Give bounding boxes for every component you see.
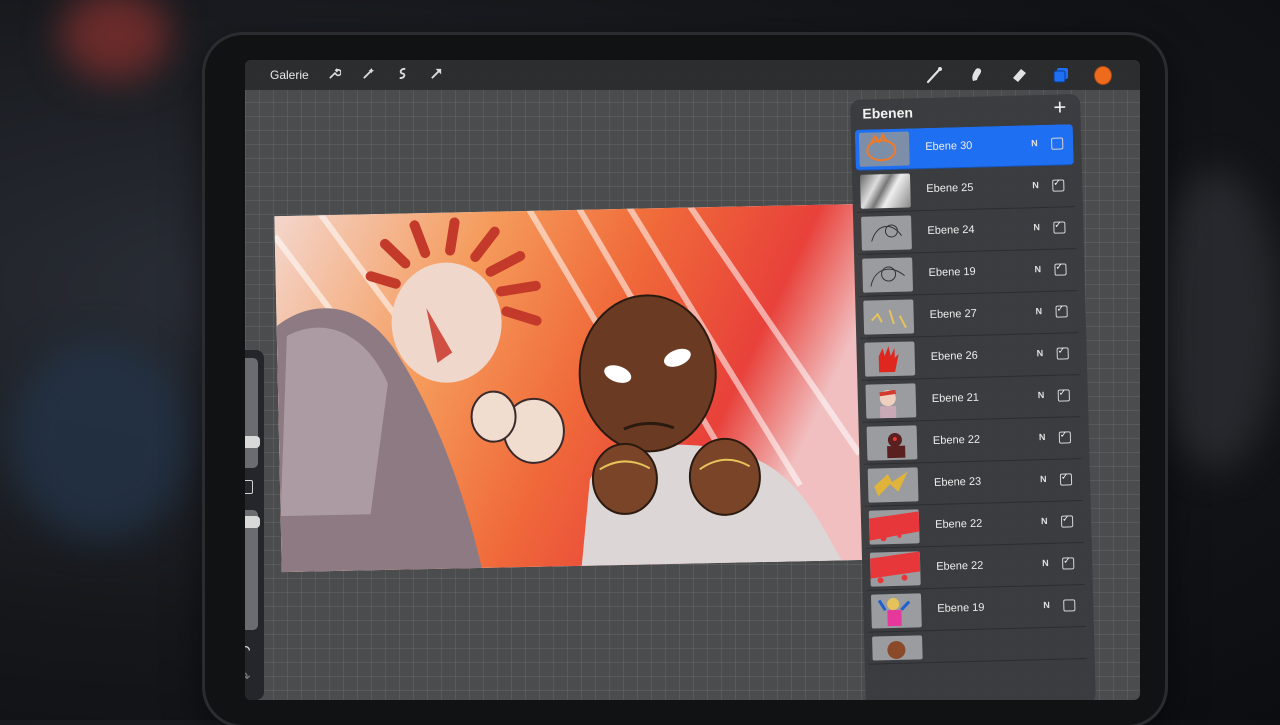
layer-thumbnail xyxy=(866,425,918,461)
wrench-icon[interactable] xyxy=(327,67,343,83)
visibility-checkbox[interactable] xyxy=(1058,431,1072,444)
undo-icon[interactable]: ↶ xyxy=(245,642,251,660)
blend-mode-button[interactable]: N xyxy=(1031,138,1038,148)
layer-row[interactable]: Ebene 22 N xyxy=(864,502,1084,549)
layer-row[interactable]: Ebene 30 N xyxy=(854,124,1074,171)
color-swatch[interactable] xyxy=(1094,65,1112,85)
background-blob xyxy=(60,0,170,80)
blend-mode-button[interactable]: N xyxy=(1032,180,1039,190)
layer-row[interactable]: Ebene 19 N xyxy=(866,586,1086,633)
gallery-button[interactable]: Galerie xyxy=(270,68,309,82)
layer-thumbnail xyxy=(858,131,910,167)
layer-thumbnail xyxy=(870,593,922,629)
layers-icon[interactable] xyxy=(1052,66,1070,84)
visibility-checkbox[interactable] xyxy=(1062,557,1075,570)
layer-name: Ebene 26 xyxy=(930,349,979,363)
layers-title: Ebenen xyxy=(862,104,914,122)
visibility-checkbox[interactable] xyxy=(1051,137,1064,150)
blend-mode-button[interactable]: N xyxy=(1038,390,1045,400)
layer-name: Ebene 22 xyxy=(934,517,983,531)
layer-thumbnail xyxy=(862,257,914,293)
visibility-checkbox[interactable] xyxy=(1063,599,1076,612)
layer-row[interactable] xyxy=(867,628,1087,665)
visibility-checkbox[interactable] xyxy=(1059,473,1073,486)
layer-name: Ebene 25 xyxy=(926,181,974,196)
layer-row[interactable]: Ebene 26 N xyxy=(860,334,1080,381)
top-toolbar: Galerie xyxy=(245,60,1140,90)
layer-row[interactable]: Ebene 22 N xyxy=(865,544,1085,591)
layer-thumbnail xyxy=(865,383,917,419)
blend-mode-button[interactable]: N xyxy=(1040,474,1047,484)
layer-row[interactable]: Ebene 23 N xyxy=(863,460,1083,507)
layer-thumbnail xyxy=(868,509,920,545)
layer-name: Ebene 19 xyxy=(937,601,985,615)
background-blob xyxy=(10,340,190,540)
background-blob xyxy=(1150,170,1280,470)
brush-size-slider[interactable] xyxy=(245,358,258,468)
layer-name: Ebene 23 xyxy=(933,475,982,489)
layer-thumbnail xyxy=(864,341,916,377)
brush-size-thumb[interactable] xyxy=(245,436,260,448)
layer-thumbnail xyxy=(872,635,923,661)
active-color-dot xyxy=(1094,65,1112,85)
redo-icon[interactable]: ↷ xyxy=(245,668,251,686)
blend-mode-button[interactable]: N xyxy=(1042,558,1049,568)
magic-wand-icon[interactable] xyxy=(361,67,377,83)
blend-mode-button[interactable]: N xyxy=(1041,516,1048,526)
layer-row[interactable]: Ebene 27 N xyxy=(859,292,1079,339)
selection-icon[interactable] xyxy=(395,67,411,83)
layers-panel: Ebenen + Ebene 30 N Ebene 25 N Ebene 24 … xyxy=(850,93,1096,700)
opacity-thumb[interactable] xyxy=(245,516,260,528)
visibility-checkbox[interactable] xyxy=(1053,221,1066,234)
layer-row[interactable]: Ebene 22 N xyxy=(862,418,1082,465)
add-layer-button[interactable]: + xyxy=(1053,94,1067,120)
layer-name: Ebene 27 xyxy=(929,307,977,321)
layer-row[interactable]: Ebene 21 N xyxy=(861,376,1081,423)
blend-mode-button[interactable]: N xyxy=(1034,264,1041,274)
layer-thumbnail xyxy=(859,173,911,209)
visibility-checkbox[interactable] xyxy=(1056,347,1069,360)
modify-button[interactable] xyxy=(245,480,253,494)
visibility-checkbox[interactable] xyxy=(1055,305,1068,318)
blend-mode-button[interactable]: N xyxy=(1037,348,1044,358)
left-sidebar: ↶ ↷ xyxy=(245,350,264,700)
layer-name: Ebene 22 xyxy=(936,559,984,573)
smudge-icon[interactable] xyxy=(968,66,986,84)
layer-row[interactable]: Ebene 24 N xyxy=(856,208,1076,255)
visibility-checkbox[interactable] xyxy=(1052,179,1065,192)
blend-mode-button[interactable]: N xyxy=(1033,222,1040,232)
visibility-checkbox[interactable] xyxy=(1054,263,1067,276)
drawing-canvas[interactable] xyxy=(274,203,872,573)
layer-row[interactable]: Ebene 25 N xyxy=(855,166,1075,213)
layer-name: Ebene 19 xyxy=(928,265,976,280)
layer-name: Ebene 24 xyxy=(927,223,975,238)
brush-icon[interactable] xyxy=(926,66,944,84)
layer-thumbnail xyxy=(869,551,921,587)
artwork xyxy=(274,203,872,573)
layer-name: Ebene 21 xyxy=(931,391,980,405)
visibility-checkbox[interactable] xyxy=(1060,515,1074,528)
blend-mode-button[interactable]: N xyxy=(1043,600,1050,610)
procreate-screen: Galerie Ebenen + Ebene 30 N Ebene 25 N ✓… xyxy=(245,60,1140,700)
blend-mode-button[interactable]: N xyxy=(1035,306,1042,316)
eraser-icon[interactable] xyxy=(1010,66,1028,84)
layer-thumbnail xyxy=(861,215,912,251)
opacity-slider[interactable] xyxy=(245,510,258,630)
layer-thumbnail xyxy=(867,467,919,503)
layer-row[interactable]: Ebene 19 N xyxy=(858,250,1078,297)
transform-arrow-icon[interactable] xyxy=(429,67,445,83)
layer-name: Ebene 22 xyxy=(932,433,981,447)
blend-mode-button[interactable]: N xyxy=(1039,432,1046,442)
layer-name: Ebene 30 xyxy=(925,139,973,154)
visibility-checkbox[interactable] xyxy=(1057,389,1070,402)
layer-thumbnail xyxy=(863,299,915,335)
